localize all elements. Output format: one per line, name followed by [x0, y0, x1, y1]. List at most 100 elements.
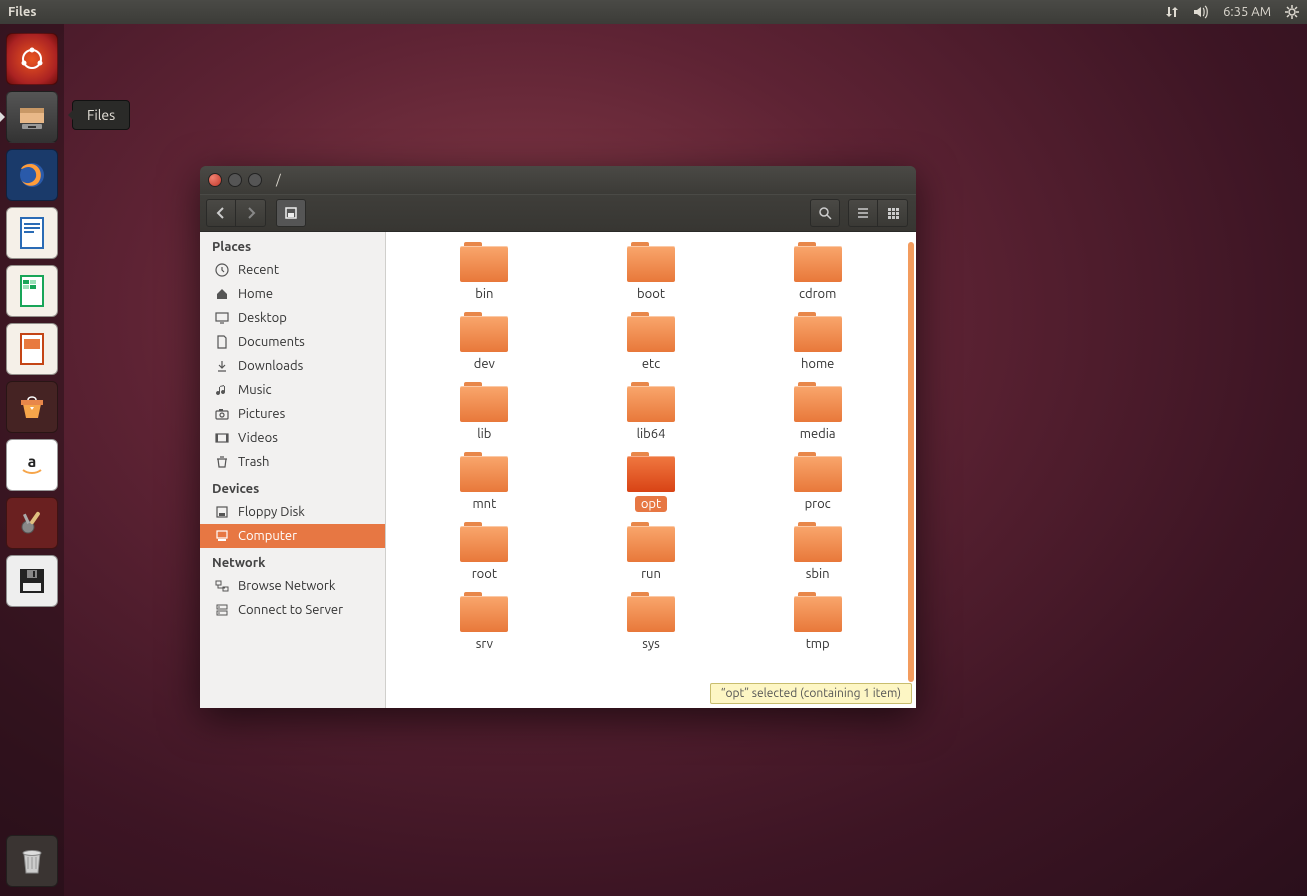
scrollbar[interactable]	[908, 242, 914, 682]
sidebar-item-label: Browse Network	[238, 579, 335, 593]
folder-lib64[interactable]: lib64	[591, 382, 711, 442]
trash-icon	[214, 454, 230, 470]
folder-label: mnt	[466, 496, 502, 512]
sidebar-heading: Devices	[200, 474, 385, 500]
folder-lib[interactable]: lib	[424, 382, 544, 442]
sidebar-item-label: Desktop	[238, 311, 287, 325]
clock-icon	[214, 262, 230, 278]
folder-label: lib64	[631, 426, 672, 442]
path-root-button[interactable]	[276, 199, 306, 227]
folder-label: dev	[468, 356, 501, 372]
window-title: /	[276, 173, 281, 187]
clock[interactable]: 6:35 AM	[1223, 5, 1271, 19]
folder-root[interactable]: root	[424, 522, 544, 582]
search-button[interactable]	[810, 199, 840, 227]
forward-button[interactable]	[236, 199, 266, 227]
sidebar-item-desktop[interactable]: Desktop	[200, 306, 385, 330]
folder-label: sys	[636, 636, 666, 652]
music-icon	[214, 382, 230, 398]
content-area[interactable]: bin boot cdrom dev etc home lib lib64 media mnt op…	[386, 232, 916, 708]
folder-mnt[interactable]: mnt	[424, 452, 544, 512]
folder-sys[interactable]: sys	[591, 592, 711, 652]
view-grid-button[interactable]	[878, 199, 908, 227]
launcher-impress[interactable]	[6, 323, 58, 375]
launcher-dash[interactable]	[6, 33, 58, 85]
launcher-amazon[interactable]: a	[6, 439, 58, 491]
sidebar-item-home[interactable]: Home	[200, 282, 385, 306]
launcher-floppy[interactable]	[6, 555, 58, 607]
folder-icon	[627, 242, 675, 282]
folder-opt[interactable]: opt	[591, 452, 711, 512]
folder-icon	[627, 382, 675, 422]
folder-dev[interactable]: dev	[424, 312, 544, 372]
sidebar: PlacesRecentHomeDesktopDocumentsDownload…	[200, 232, 386, 708]
sidebar-item-music[interactable]: Music	[200, 378, 385, 402]
folder-icon	[460, 452, 508, 492]
folder-sbin[interactable]: sbin	[758, 522, 878, 582]
sidebar-item-computer[interactable]: Computer	[200, 524, 385, 548]
sidebar-item-label: Connect to Server	[238, 603, 343, 617]
sidebar-item-browse-network[interactable]: Browse Network	[200, 574, 385, 598]
sidebar-item-pictures[interactable]: Pictures	[200, 402, 385, 426]
window-maximize-button[interactable]	[248, 173, 262, 187]
status-bar: “opt” selected (containing 1 item)	[710, 683, 912, 704]
folder-icon	[794, 242, 842, 282]
toolbar	[200, 194, 916, 232]
folder-label: cdrom	[793, 286, 842, 302]
sidebar-item-downloads[interactable]: Downloads	[200, 354, 385, 378]
folder-icon	[627, 452, 675, 492]
window-close-button[interactable]	[208, 173, 222, 187]
folder-proc[interactable]: proc	[758, 452, 878, 512]
sidebar-item-floppy-disk[interactable]: Floppy Disk	[200, 500, 385, 524]
window-minimize-button[interactable]	[228, 173, 242, 187]
folder-boot[interactable]: boot	[591, 242, 711, 302]
launcher-firefox[interactable]	[6, 149, 58, 201]
folder-media[interactable]: media	[758, 382, 878, 442]
doc-icon	[214, 334, 230, 350]
launcher-software[interactable]	[6, 381, 58, 433]
sidebar-item-label: Downloads	[238, 359, 303, 373]
launcher-writer[interactable]	[6, 207, 58, 259]
window-titlebar[interactable]: /	[200, 166, 916, 194]
folder-label: root	[466, 566, 503, 582]
sidebar-item-documents[interactable]: Documents	[200, 330, 385, 354]
launcher-tooltip: Files	[72, 100, 130, 130]
launcher-settings[interactable]	[6, 497, 58, 549]
folder-label: etc	[636, 356, 666, 372]
launcher-files[interactable]	[6, 91, 58, 143]
folder-label: bin	[469, 286, 499, 302]
folder-label: sbin	[800, 566, 836, 582]
folder-label: tmp	[800, 636, 836, 652]
launcher-calc[interactable]	[6, 265, 58, 317]
folder-label: lib	[471, 426, 497, 442]
system-indicator-icon[interactable]	[1285, 5, 1299, 19]
folder-srv[interactable]: srv	[424, 592, 544, 652]
sidebar-item-recent[interactable]: Recent	[200, 258, 385, 282]
folder-bin[interactable]: bin	[424, 242, 544, 302]
sidebar-item-label: Music	[238, 383, 272, 397]
folder-home[interactable]: home	[758, 312, 878, 372]
unity-launcher: a	[0, 24, 64, 896]
back-button[interactable]	[206, 199, 236, 227]
sidebar-item-label: Videos	[238, 431, 278, 445]
view-list-button[interactable]	[848, 199, 878, 227]
sidebar-item-trash[interactable]: Trash	[200, 450, 385, 474]
folder-tmp[interactable]: tmp	[758, 592, 878, 652]
folder-label: boot	[631, 286, 671, 302]
video-icon	[214, 430, 230, 446]
volume-indicator-icon[interactable]	[1193, 5, 1209, 19]
network-indicator-icon[interactable]	[1165, 5, 1179, 19]
folder-etc[interactable]: etc	[591, 312, 711, 372]
network-icon	[214, 578, 230, 594]
launcher-trash[interactable]	[6, 835, 58, 887]
sidebar-item-connect-to-server[interactable]: Connect to Server	[200, 598, 385, 622]
desktop-icon	[214, 310, 230, 326]
folder-cdrom[interactable]: cdrom	[758, 242, 878, 302]
sidebar-item-videos[interactable]: Videos	[200, 426, 385, 450]
folder-icon	[627, 592, 675, 632]
sidebar-item-label: Home	[238, 287, 273, 301]
folder-run[interactable]: run	[591, 522, 711, 582]
download-icon	[214, 358, 230, 374]
app-menu-title[interactable]: Files	[8, 5, 36, 19]
svg-text:a: a	[28, 453, 37, 471]
